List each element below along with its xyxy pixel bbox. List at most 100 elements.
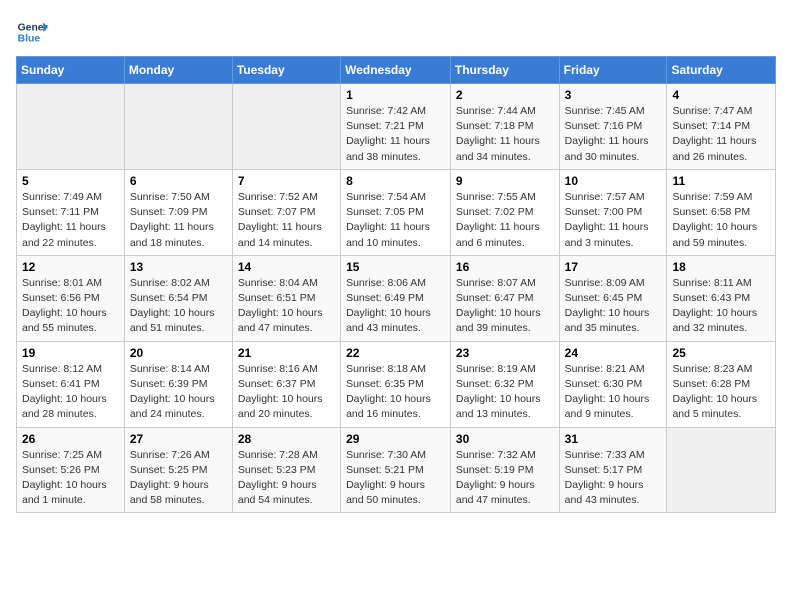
weekday-header: Saturday [667,57,776,84]
calendar-cell: 16 Sunrise: 8:07 AM Sunset: 6:47 PM Dayli… [450,255,559,341]
calendar-cell: 4Sunrise: 7:47 AM Sunset: 7:14 PM Daylig… [667,84,776,170]
calendar-cell: 26Sunrise: 7:25 AM Sunset: 5:26 PM Dayli… [17,427,125,513]
calendar-cell: 3 Sunrise: 7:45 AM Sunset: 7:16 PM Daylig… [559,84,667,170]
day-number: 7 [238,174,335,188]
calendar-cell: 9 Sunrise: 7:55 AM Sunset: 7:02 PM Daylig… [450,169,559,255]
weekday-header: Sunday [17,57,125,84]
calendar-cell: 12Sunrise: 8:01 AM Sunset: 6:56 PM Dayli… [17,255,125,341]
day-info: Sunrise: 7:59 AM Sunset: 6:58 PM Dayligh… [672,190,770,251]
day-info: Sunrise: 8:19 AM Sunset: 6:32 PM Dayligh… [456,362,554,423]
calendar-cell: 15 Sunrise: 8:06 AM Sunset: 6:49 PM Dayli… [341,255,451,341]
day-info: Sunrise: 7:47 AM Sunset: 7:14 PM Dayligh… [672,104,770,165]
calendar-cell: 7 Sunrise: 7:52 AM Sunset: 7:07 PM Daylig… [232,169,340,255]
day-info: Sunrise: 8:09 AM Sunset: 6:45 PM Dayligh… [565,276,662,337]
calendar-cell: 6Sunrise: 7:50 AM Sunset: 7:09 PM Daylig… [124,169,232,255]
day-info: Sunrise: 7:25 AM Sunset: 5:26 PM Dayligh… [22,448,119,509]
day-info: Sunrise: 7:42 AM Sunset: 7:21 PM Dayligh… [346,104,445,165]
day-number: 20 [130,346,227,360]
calendar-cell: 28 Sunrise: 7:28 AM Sunset: 5:23 PM Dayli… [232,427,340,513]
day-info: Sunrise: 8:16 AM Sunset: 6:37 PM Dayligh… [238,362,335,423]
day-number: 11 [672,174,770,188]
day-info: Sunrise: 8:11 AM Sunset: 6:43 PM Dayligh… [672,276,770,337]
calendar-cell: 24Sunrise: 8:21 AM Sunset: 6:30 PM Dayli… [559,341,667,427]
day-info: Sunrise: 7:45 AM Sunset: 7:16 PM Dayligh… [565,104,662,165]
day-number: 17 [565,260,662,274]
day-number: 19 [22,346,119,360]
calendar-cell: 31 Sunrise: 7:33 AM Sunset: 5:17 PM Dayli… [559,427,667,513]
calendar-table: SundayMondayTuesdayWednesdayThursdayFrid… [16,56,776,513]
calendar-week-row: 1 Sunrise: 7:42 AM Sunset: 7:21 PM Daylig… [17,84,776,170]
day-number: 24 [565,346,662,360]
calendar-cell: 23 Sunrise: 8:19 AM Sunset: 6:32 PM Dayli… [450,341,559,427]
day-info: Sunrise: 7:52 AM Sunset: 7:07 PM Dayligh… [238,190,335,251]
weekday-header: Thursday [450,57,559,84]
day-number: 13 [130,260,227,274]
calendar-week-row: 5Sunrise: 7:49 AM Sunset: 7:11 PM Daylig… [17,169,776,255]
day-number: 12 [22,260,119,274]
day-number: 28 [238,432,335,446]
day-number: 6 [130,174,227,188]
day-number: 8 [346,174,445,188]
day-number: 18 [672,260,770,274]
day-number: 21 [238,346,335,360]
weekday-header-row: SundayMondayTuesdayWednesdayThursdayFrid… [17,57,776,84]
calendar-cell: 18 Sunrise: 8:11 AM Sunset: 6:43 PM Dayli… [667,255,776,341]
calendar-cell: 13Sunrise: 8:02 AM Sunset: 6:54 PM Dayli… [124,255,232,341]
day-number: 2 [456,88,554,102]
calendar-cell [232,84,340,170]
calendar-cell [17,84,125,170]
calendar-cell: 8 Sunrise: 7:54 AM Sunset: 7:05 PM Daylig… [341,169,451,255]
calendar-cell: 5Sunrise: 7:49 AM Sunset: 7:11 PM Daylig… [17,169,125,255]
day-info: Sunrise: 7:32 AM Sunset: 5:19 PM Dayligh… [456,448,554,509]
calendar-cell: 19 Sunrise: 8:12 AM Sunset: 6:41 PM Dayli… [17,341,125,427]
day-number: 27 [130,432,227,446]
calendar-week-row: 12Sunrise: 8:01 AM Sunset: 6:56 PM Dayli… [17,255,776,341]
day-number: 25 [672,346,770,360]
day-number: 16 [456,260,554,274]
weekday-header: Monday [124,57,232,84]
calendar-cell: 10 Sunrise: 7:57 AM Sunset: 7:00 PM Dayli… [559,169,667,255]
day-info: Sunrise: 7:33 AM Sunset: 5:17 PM Dayligh… [565,448,662,509]
calendar-week-row: 19 Sunrise: 8:12 AM Sunset: 6:41 PM Dayli… [17,341,776,427]
day-info: Sunrise: 7:57 AM Sunset: 7:00 PM Dayligh… [565,190,662,251]
page-header: General Blue [16,16,776,48]
day-number: 29 [346,432,445,446]
day-info: Sunrise: 8:14 AM Sunset: 6:39 PM Dayligh… [130,362,227,423]
day-info: Sunrise: 7:49 AM Sunset: 7:11 PM Dayligh… [22,190,119,251]
day-number: 23 [456,346,554,360]
weekday-header: Wednesday [341,57,451,84]
day-info: Sunrise: 7:28 AM Sunset: 5:23 PM Dayligh… [238,448,335,509]
day-number: 1 [346,88,445,102]
day-number: 3 [565,88,662,102]
weekday-header: Tuesday [232,57,340,84]
day-info: Sunrise: 7:55 AM Sunset: 7:02 PM Dayligh… [456,190,554,251]
calendar-cell [667,427,776,513]
day-info: Sunrise: 8:12 AM Sunset: 6:41 PM Dayligh… [22,362,119,423]
weekday-header: Friday [559,57,667,84]
day-number: 31 [565,432,662,446]
day-number: 9 [456,174,554,188]
day-info: Sunrise: 8:04 AM Sunset: 6:51 PM Dayligh… [238,276,335,337]
calendar-cell: 1 Sunrise: 7:42 AM Sunset: 7:21 PM Daylig… [341,84,451,170]
day-number: 14 [238,260,335,274]
calendar-cell: 27 Sunrise: 7:26 AM Sunset: 5:25 PM Dayli… [124,427,232,513]
calendar-cell: 11 Sunrise: 7:59 AM Sunset: 6:58 PM Dayli… [667,169,776,255]
calendar-cell: 29 Sunrise: 7:30 AM Sunset: 5:21 PM Dayli… [341,427,451,513]
calendar-cell: 21 Sunrise: 8:16 AM Sunset: 6:37 PM Dayli… [232,341,340,427]
day-info: Sunrise: 7:26 AM Sunset: 5:25 PM Dayligh… [130,448,227,509]
day-number: 30 [456,432,554,446]
calendar-cell: 2Sunrise: 7:44 AM Sunset: 7:18 PM Daylig… [450,84,559,170]
day-info: Sunrise: 8:06 AM Sunset: 6:49 PM Dayligh… [346,276,445,337]
day-info: Sunrise: 8:23 AM Sunset: 6:28 PM Dayligh… [672,362,770,423]
day-number: 10 [565,174,662,188]
calendar-cell: 20 Sunrise: 8:14 AM Sunset: 6:39 PM Dayli… [124,341,232,427]
calendar-cell: 14 Sunrise: 8:04 AM Sunset: 6:51 PM Dayli… [232,255,340,341]
logo: General Blue [16,16,48,48]
calendar-cell: 25 Sunrise: 8:23 AM Sunset: 6:28 PM Dayli… [667,341,776,427]
day-info: Sunrise: 7:30 AM Sunset: 5:21 PM Dayligh… [346,448,445,509]
calendar-cell: 17 Sunrise: 8:09 AM Sunset: 6:45 PM Dayli… [559,255,667,341]
svg-text:Blue: Blue [18,34,41,45]
day-number: 15 [346,260,445,274]
day-info: Sunrise: 8:07 AM Sunset: 6:47 PM Dayligh… [456,276,554,337]
day-info: Sunrise: 7:54 AM Sunset: 7:05 PM Dayligh… [346,190,445,251]
